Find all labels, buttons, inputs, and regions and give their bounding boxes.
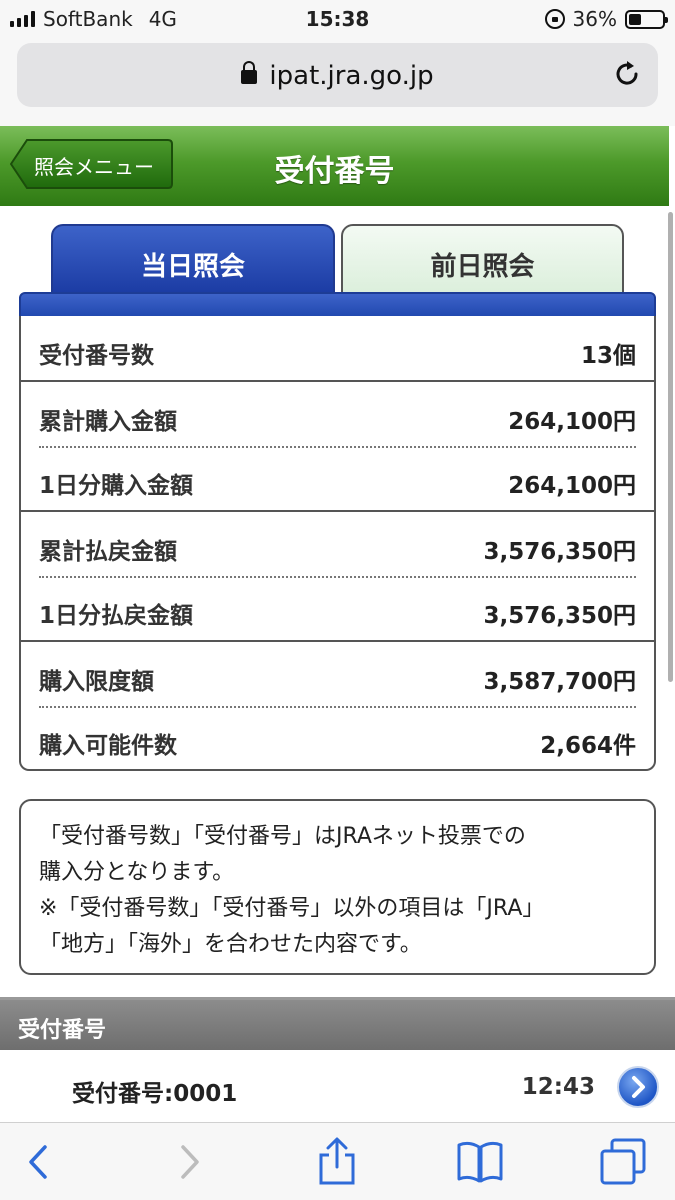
page-title: 受付番号 (274, 154, 395, 189)
url-display[interactable]: ipat.jra.go.jp (17, 61, 658, 91)
section-header: 受付番号 (0, 1000, 675, 1050)
summary-row-total-payout: 累計払戻金額 3,576,350円 (39, 512, 636, 576)
notes-box: 「受付番号数」「受付番号」はJRAネット投票での 購入分となります。 ※「受付番… (19, 799, 656, 975)
scrollbar[interactable] (668, 212, 673, 682)
battery-fill (629, 13, 641, 25)
summary-value: 3,576,350円 (483, 539, 637, 565)
share-icon[interactable] (312, 1137, 362, 1187)
bookmarks-icon[interactable] (455, 1137, 505, 1187)
list-item-time: 12:43 (521, 1074, 595, 1100)
summary-row-purchase-limit: 購入限度額 3,587,700円 (39, 642, 636, 706)
summary-row-daily-payout: 1日分払戻金額 3,576,350円 (39, 576, 636, 640)
summary-value: 13個 (580, 343, 636, 369)
rotation-lock-icon (544, 9, 565, 29)
summary-label: 購入可能件数 (39, 733, 177, 759)
notes-line: ※「受付番号数」「受付番号」以外の項目は「JRA」 (39, 896, 545, 921)
battery-icon (625, 9, 668, 29)
status-bar: SoftBank 4G 15:38 36% (0, 0, 675, 38)
summary-row-available-count: 購入可能件数 2,664件 (39, 706, 636, 770)
battery-percent: 36% (572, 7, 617, 31)
tab-bar (19, 292, 656, 318)
browser-toolbar (0, 1122, 675, 1200)
list-item-title: 受付番号:0001 (72, 1081, 238, 1107)
summary-value: 264,100円 (508, 473, 636, 499)
url-text: ipat.jra.go.jp (269, 61, 434, 91)
summary-row-daily-purchase: 1日分購入金額 264,100円 (39, 446, 636, 510)
summary-label: 1日分払戻金額 (39, 603, 194, 629)
forward-arrow-icon[interactable] (164, 1137, 214, 1187)
tab-today-inquiry[interactable]: 当日照会 (51, 224, 335, 296)
summary-label: 購入限度額 (39, 669, 154, 695)
tabs-icon[interactable] (598, 1137, 648, 1187)
address-bar[interactable]: ipat.jra.go.jp (17, 43, 658, 107)
summary-group-payout: 累計払戻金額 3,576,350円 1日分払戻金額 3,576,350円 (21, 510, 654, 640)
summary-row-count: 受付番号数 13個 (39, 316, 636, 380)
summary-group-count: 受付番号数 13個 (21, 316, 654, 380)
summary-group-limit: 購入限度額 3,587,700円 購入可能件数 2,664件 (21, 640, 654, 770)
page-header: 照会メニュー 受付番号 (0, 126, 669, 206)
summary-label: 累計購入金額 (39, 409, 177, 435)
chevron-right-circle-icon[interactable] (617, 1066, 659, 1108)
summary-value: 3,576,350円 (483, 603, 637, 629)
reload-icon[interactable] (612, 59, 642, 89)
summary-value: 3,587,700円 (483, 669, 637, 695)
browser-address-area: ipat.jra.go.jp (0, 38, 675, 126)
summary-table: 受付番号数 13個 累計購入金額 264,100円 1日分購入金額 264,10… (19, 316, 656, 771)
summary-row-total-purchase: 累計購入金額 264,100円 (39, 382, 636, 446)
notes-line: 「地方」「海外」を合わせた内容です。 (39, 932, 422, 957)
status-right: 36% (544, 7, 668, 31)
summary-value: 2,664件 (540, 733, 636, 759)
notes-line: 購入分となります。 (39, 860, 235, 885)
notes-line: 「受付番号数」「受付番号」はJRAネット投票での (39, 824, 526, 849)
list-item[interactable]: 受付番号:0001 12:43 (0, 1050, 675, 1122)
summary-group-purchase: 累計購入金額 264,100円 1日分購入金額 264,100円 (21, 380, 654, 510)
tab-previous-day-inquiry[interactable]: 前日照会 (341, 224, 624, 294)
summary-label: 受付番号数 (39, 343, 154, 369)
summary-value: 264,100円 (508, 409, 636, 435)
summary-label: 累計払戻金額 (39, 539, 177, 565)
summary-label: 1日分購入金額 (39, 473, 194, 499)
padlock-icon (241, 61, 258, 84)
back-arrow-icon[interactable] (14, 1137, 64, 1187)
